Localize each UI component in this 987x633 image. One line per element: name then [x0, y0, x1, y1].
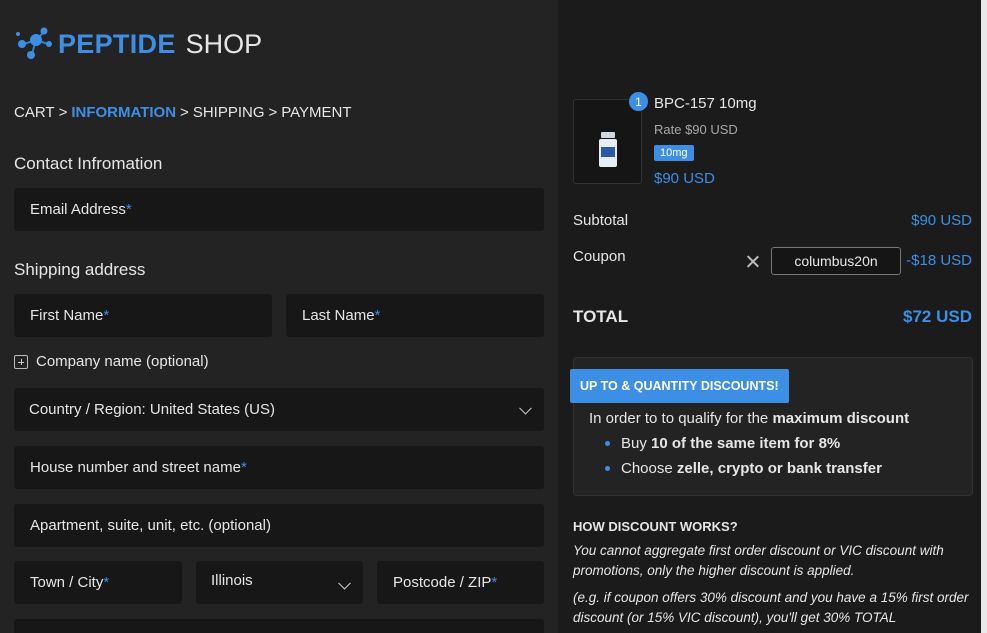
how-discount-title: HOW DISCOUNT WORKS? [573, 519, 738, 534]
breadcrumb-information[interactable]: INFORMATION [71, 104, 176, 121]
coupon-discount-value: -$18 USD [906, 252, 972, 269]
plus-icon [14, 354, 28, 369]
subtotal-label: Subtotal [573, 212, 629, 229]
country-select[interactable]: Country / Region: United States (US) [14, 388, 544, 431]
last-name-field[interactable]: Last Name * [286, 294, 544, 337]
brand-suffix: SHOP [185, 28, 263, 59]
email-field[interactable]: Email Address * [14, 188, 544, 231]
checkout-form-panel: PEPTIDE SHOP CART > INFORMATION > SHIPPING > P… [0, 0, 558, 633]
company-toggle-label: Company name (optional) [36, 353, 209, 370]
molecule-icon [16, 27, 52, 59]
scrollbar[interactable] [981, 0, 987, 633]
how-discount-text: You cannot aggregate first order discoun… [573, 543, 944, 578]
discount-bullet: Buy 10 of the same item for 8% [605, 435, 882, 460]
remove-coupon-icon[interactable] [745, 254, 761, 270]
contact-section-title: Contact Infromation [14, 154, 163, 173]
chevron-down-icon [338, 576, 351, 590]
shipping-section-title: Shipping address [14, 260, 146, 279]
site-logo[interactable]: PEPTIDE SHOP [14, 26, 262, 62]
state-select[interactable]: Illinois [196, 561, 363, 604]
product-variant-badge: 10mg [654, 145, 694, 161]
apartment-field[interactable]: Apartment, suite, unit, etc. (optional) [14, 504, 544, 547]
phone-field[interactable] [14, 619, 544, 633]
coupon-label: Coupon [573, 248, 626, 265]
breadcrumb-payment[interactable]: PAYMENT [281, 104, 351, 121]
total-value: $72 USD [903, 307, 972, 326]
street-field[interactable]: House number and street name * [14, 446, 544, 489]
brand-name: PEPTIDE [58, 28, 176, 59]
product-price: $90 USD [654, 170, 715, 187]
product-thumbnail [573, 99, 642, 184]
discount-intro: In order to to qualify for the maximum d… [589, 410, 910, 427]
breadcrumb: CART > INFORMATION > SHIPPING > PAYMENT [14, 104, 352, 121]
product-name: BPC-157 10mg [654, 95, 757, 112]
subtotal-value: $90 USD [911, 212, 972, 229]
discount-list: Buy 10 of the same item for 8% Choose ze… [605, 435, 882, 485]
company-toggle[interactable]: Company name (optional) [14, 353, 209, 370]
how-discount-example: (e.g. if coupon offers 30% discount and … [573, 590, 969, 625]
total-label: TOTAL [573, 307, 629, 326]
coupon-code-input[interactable]: columbus20n [771, 247, 901, 275]
postcode-field[interactable]: Postcode / ZIP * [377, 561, 544, 604]
breadcrumb-cart[interactable]: CART [14, 104, 55, 121]
chevron-down-icon [519, 401, 532, 415]
discount-title-badge: UP TO & QUANTITY DISCOUNTS! [570, 369, 789, 403]
town-field[interactable]: Town / City * [14, 561, 182, 604]
first-name-field[interactable]: First Name * [14, 294, 272, 337]
discount-bullet: Choose zelle, crypto or bank transfer [605, 460, 882, 485]
product-rate: Rate $90 USD [654, 122, 738, 137]
breadcrumb-shipping[interactable]: SHIPPING [193, 104, 265, 121]
vial-image [598, 132, 618, 168]
quantity-badge: 1 [628, 91, 649, 112]
email-field-label: Email Address [30, 201, 126, 218]
